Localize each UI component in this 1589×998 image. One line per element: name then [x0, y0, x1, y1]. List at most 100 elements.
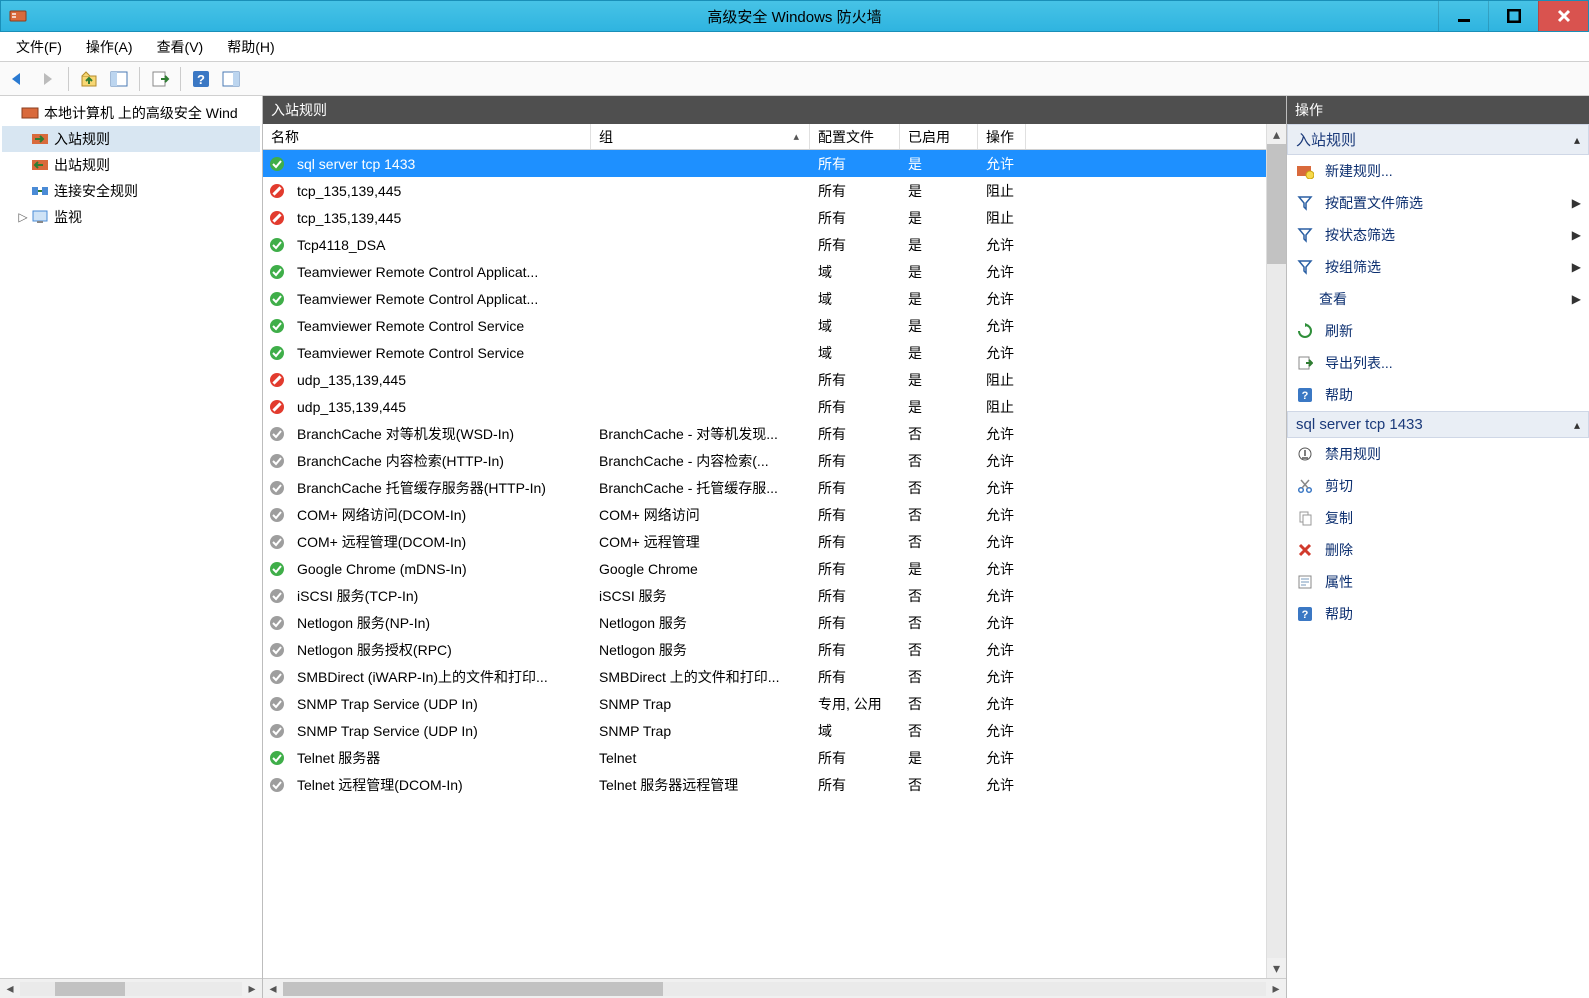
scroll-down-icon[interactable]: ▾: [1267, 958, 1286, 978]
show-hide-actions-button[interactable]: [217, 65, 245, 93]
rule-row[interactable]: Teamviewer Remote Control Service域是允许: [263, 312, 1266, 339]
action-help-2[interactable]: ? 帮助: [1287, 598, 1589, 630]
tree-monitor[interactable]: ▷ 监视: [2, 204, 260, 230]
scroll-thumb[interactable]: [55, 982, 125, 996]
collapse-icon[interactable]: ▴: [1574, 133, 1580, 147]
rule-row[interactable]: tcp_135,139,445所有是阻止: [263, 204, 1266, 231]
rule-group: COM+ 网络访问: [591, 505, 810, 525]
rule-enabled: 否: [900, 775, 978, 795]
tree-root[interactable]: 本地计算机 上的高级安全 Wind: [2, 100, 260, 126]
scroll-left-icon[interactable]: ◂: [0, 980, 20, 998]
scroll-thumb[interactable]: [1267, 144, 1286, 264]
actions-section-inbound[interactable]: 入站规则 ▴: [1287, 124, 1589, 155]
action-filter-state[interactable]: 按状态筛选 ▶: [1287, 219, 1589, 251]
scroll-right-icon[interactable]: ▸: [242, 980, 262, 998]
maximize-button[interactable]: [1488, 1, 1538, 31]
minimize-button[interactable]: [1438, 1, 1488, 31]
tree-outbound-rules[interactable]: 出站规则: [2, 152, 260, 178]
rule-group: BranchCache - 对等机发现...: [591, 424, 810, 444]
rule-action: 允许: [978, 586, 1026, 606]
rule-row[interactable]: Telnet 远程管理(DCOM-In)Telnet 服务器远程管理所有否允许: [263, 771, 1266, 798]
rule-row[interactable]: SNMP Trap Service (UDP In)SNMP Trap域否允许: [263, 717, 1266, 744]
rule-enabled: 是: [900, 370, 978, 390]
tree-hscrollbar[interactable]: ◂ ▸: [0, 978, 262, 998]
action-copy[interactable]: 复制: [1287, 502, 1589, 534]
scroll-right-icon[interactable]: ▸: [1266, 980, 1286, 998]
tree-connsec-rules[interactable]: 连接安全规则: [2, 178, 260, 204]
rule-row[interactable]: BranchCache 内容检索(HTTP-In)BranchCache - 内…: [263, 447, 1266, 474]
rule-row[interactable]: Teamviewer Remote Control Applicat...域是允…: [263, 285, 1266, 312]
results-header: 入站规则: [263, 96, 1286, 124]
rule-profile: 所有: [810, 613, 900, 633]
export-button[interactable]: [146, 65, 174, 93]
rule-name: BranchCache 对等机发现(WSD-In): [289, 424, 591, 444]
close-button[interactable]: [1538, 1, 1588, 31]
rule-row[interactable]: SMBDirect (iWARP-In)上的文件和打印...SMBDirect …: [263, 663, 1266, 690]
action-properties[interactable]: 属性: [1287, 566, 1589, 598]
col-header-name[interactable]: 名称: [263, 124, 591, 149]
nav-back-button[interactable]: [4, 65, 32, 93]
action-delete[interactable]: 删除: [1287, 534, 1589, 566]
rule-row[interactable]: tcp_135,139,445所有是阻止: [263, 177, 1266, 204]
menu-help[interactable]: 帮助(H): [217, 35, 284, 59]
rule-row[interactable]: sql server tcp 1433所有是允许: [263, 150, 1266, 177]
actions-section-title: 入站规则: [1296, 129, 1356, 150]
action-label: 按状态筛选: [1325, 225, 1395, 245]
rule-row[interactable]: BranchCache 托管缓存服务器(HTTP-In)BranchCache …: [263, 474, 1266, 501]
scope-tree-pane: 本地计算机 上的高级安全 Wind 入站规则 出站规则 连接安全规则 ▷ 监视 …: [0, 96, 263, 998]
rule-row[interactable]: Google Chrome (mDNS-In)Google Chrome所有是允…: [263, 555, 1266, 582]
rule-row[interactable]: BranchCache 对等机发现(WSD-In)BranchCache - 对…: [263, 420, 1266, 447]
rule-row[interactable]: COM+ 远程管理(DCOM-In)COM+ 远程管理所有否允许: [263, 528, 1266, 555]
actions-section-selected-rule[interactable]: sql server tcp 1433 ▴: [1287, 411, 1589, 438]
action-filter-group[interactable]: 按组筛选 ▶: [1287, 251, 1589, 283]
col-header-action[interactable]: 操作: [978, 124, 1026, 149]
rule-row[interactable]: Teamviewer Remote Control Applicat...域是允…: [263, 258, 1266, 285]
action-disable-rule[interactable]: 禁用规则: [1287, 438, 1589, 470]
rule-row[interactable]: Netlogon 服务(NP-In)Netlogon 服务所有否允许: [263, 609, 1266, 636]
action-label: 复制: [1325, 508, 1353, 528]
menu-action[interactable]: 操作(A): [76, 35, 143, 59]
action-cut[interactable]: 剪切: [1287, 470, 1589, 502]
tree-inbound-rules[interactable]: 入站规则: [2, 126, 260, 152]
col-header-profile[interactable]: 配置文件: [810, 124, 900, 149]
action-new-rule[interactable]: 新建规则...: [1287, 155, 1589, 187]
col-header-enabled[interactable]: 已启用: [900, 124, 978, 149]
rule-enabled: 否: [900, 478, 978, 498]
menu-file[interactable]: 文件(F): [6, 35, 72, 59]
scroll-thumb[interactable]: [283, 982, 663, 996]
col-header-group[interactable]: 组: [591, 124, 810, 149]
rule-group: Netlogon 服务: [591, 640, 810, 660]
rule-row[interactable]: Netlogon 服务授权(RPC)Netlogon 服务所有否允许: [263, 636, 1266, 663]
rule-row[interactable]: Telnet 服务器Telnet所有是允许: [263, 744, 1266, 771]
up-button[interactable]: [75, 65, 103, 93]
scroll-track[interactable]: [20, 982, 242, 996]
collapse-icon[interactable]: ▴: [1574, 418, 1580, 432]
rules-grid[interactable]: 名称 组 配置文件 已启用 操作 sql server tcp 1433所有是允…: [263, 124, 1266, 978]
rule-row[interactable]: udp_135,139,445所有是阻止: [263, 393, 1266, 420]
actions-section-title: sql server tcp 1433: [1296, 416, 1423, 433]
action-label: 剪切: [1325, 476, 1353, 496]
rule-row[interactable]: udp_135,139,445所有是阻止: [263, 366, 1266, 393]
action-export[interactable]: 导出列表...: [1287, 347, 1589, 379]
rule-name: Teamviewer Remote Control Applicat...: [289, 291, 591, 307]
expand-icon[interactable]: ▷: [16, 210, 30, 224]
nav-forward-button[interactable]: [34, 65, 62, 93]
rule-row[interactable]: COM+ 网络访问(DCOM-In)COM+ 网络访问所有否允许: [263, 501, 1266, 528]
scroll-left-icon[interactable]: ◂: [263, 980, 283, 998]
grid-vscrollbar[interactable]: ▴ ▾: [1266, 124, 1286, 978]
rule-row[interactable]: Teamviewer Remote Control Service域是允许: [263, 339, 1266, 366]
grid-hscrollbar[interactable]: ◂ ▸: [263, 978, 1286, 998]
rule-row[interactable]: SNMP Trap Service (UDP In)SNMP Trap专用, 公…: [263, 690, 1266, 717]
help-button[interactable]: ?: [187, 65, 215, 93]
scope-tree[interactable]: 本地计算机 上的高级安全 Wind 入站规则 出站规则 连接安全规则 ▷ 监视: [0, 96, 262, 978]
rule-row[interactable]: Tcp4118_DSA所有是允许: [263, 231, 1266, 258]
menu-view[interactable]: 查看(V): [147, 35, 214, 59]
action-refresh[interactable]: 刷新: [1287, 315, 1589, 347]
rule-action: 允许: [978, 532, 1026, 552]
action-help[interactable]: ? 帮助: [1287, 379, 1589, 411]
action-filter-profile[interactable]: 按配置文件筛选 ▶: [1287, 187, 1589, 219]
scroll-up-icon[interactable]: ▴: [1267, 124, 1286, 144]
show-hide-tree-button[interactable]: [105, 65, 133, 93]
action-view[interactable]: 查看 ▶: [1287, 283, 1589, 315]
rule-row[interactable]: iSCSI 服务(TCP-In)iSCSI 服务所有否允许: [263, 582, 1266, 609]
